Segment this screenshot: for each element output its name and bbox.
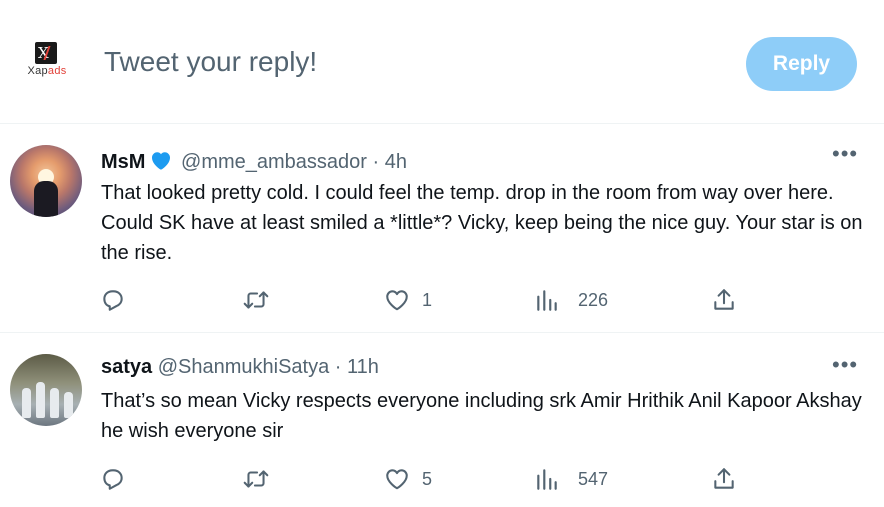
display-name[interactable]: satya <box>101 356 152 378</box>
tweet-text: That looked pretty cold. I could feel th… <box>101 182 863 264</box>
views-action[interactable]: 547 <box>536 464 608 494</box>
tweet-header: satya @ShanmukhiSatya · 11h <box>101 356 379 379</box>
retweet-action[interactable] <box>242 464 270 494</box>
timestamp[interactable]: 4h <box>385 151 407 173</box>
views-icon <box>537 469 557 490</box>
tweet-text: That’s so mean Vicky respects everyone i… <box>101 390 862 442</box>
avatar[interactable] <box>10 145 82 217</box>
views-icon <box>537 290 557 311</box>
views-action[interactable]: 226 <box>536 285 608 315</box>
separator: · <box>372 151 380 173</box>
reply-icon <box>103 290 123 311</box>
share-icon <box>714 289 734 310</box>
verified-badge-icon <box>152 152 171 170</box>
separator: · <box>334 356 342 378</box>
timestamp[interactable]: 11h <box>347 356 379 378</box>
tweet[interactable]: satya @ShanmukhiSatya · 11h ••• That’s s… <box>0 334 884 507</box>
like-count: 5 <box>422 468 433 489</box>
share-action[interactable] <box>711 464 737 494</box>
like-action[interactable]: 5 <box>384 464 432 494</box>
display-name[interactable]: MsM <box>101 151 145 173</box>
reply-action[interactable] <box>100 285 126 315</box>
xapads-logo: X Xapads <box>20 42 74 84</box>
reply-action[interactable] <box>100 464 126 494</box>
view-count: 226 <box>578 289 609 310</box>
more-icon[interactable]: ••• <box>832 143 858 165</box>
tweet-actions: 5 547 <box>100 464 750 494</box>
user-handle[interactable]: @ShanmukhiSatya <box>158 356 330 378</box>
xapads-logo-text: Xapads <box>27 65 67 77</box>
share-icon <box>714 468 734 489</box>
reply-button[interactable]: Reply <box>746 37 857 91</box>
avatar[interactable] <box>10 354 82 426</box>
view-count: 547 <box>578 468 609 489</box>
xapads-logo-mark: X <box>35 42 57 64</box>
heart-icon <box>386 469 408 490</box>
user-handle[interactable]: @mme_ambassador <box>181 151 367 173</box>
retweet-icon <box>243 470 269 488</box>
like-count: 1 <box>422 289 433 310</box>
heart-icon <box>386 290 408 311</box>
tweet-header: MsM @mme_ambassador · 4h <box>101 148 407 174</box>
retweet-action[interactable] <box>242 285 270 315</box>
share-action[interactable] <box>711 285 737 315</box>
reply-icon <box>103 469 123 490</box>
like-action[interactable]: 1 <box>384 285 432 315</box>
reply-input[interactable]: Tweet your reply! <box>104 46 317 78</box>
more-icon[interactable]: ••• <box>832 354 858 376</box>
tweet[interactable]: MsM @mme_ambassador · 4h ••• That looked… <box>0 125 884 333</box>
retweet-icon <box>243 291 269 309</box>
reply-composer: X Xapads Tweet your reply! Reply <box>0 0 884 124</box>
tweet-actions: 1 226 <box>100 285 750 315</box>
